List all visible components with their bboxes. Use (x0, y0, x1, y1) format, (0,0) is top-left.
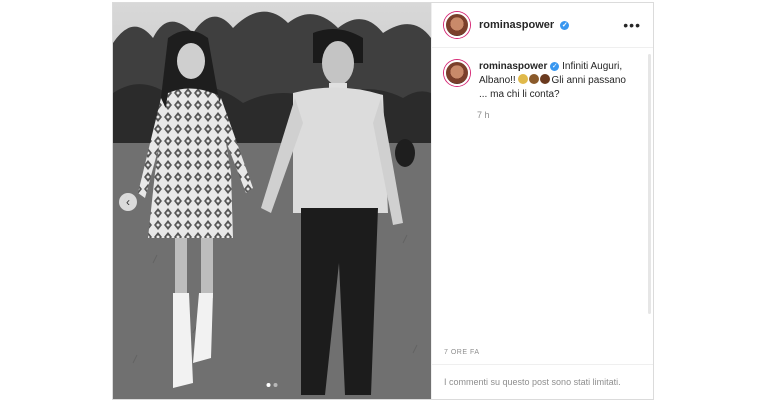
caption-line: ... ma chi li conta? (479, 89, 560, 100)
party-emoji-icon (518, 74, 529, 84)
avatar[interactable] (444, 60, 470, 86)
caption-line: Gli anni passano (551, 75, 626, 86)
username-link[interactable]: rominaspower ✓ (479, 19, 570, 31)
carousel-prev-button[interactable]: ‹ (119, 193, 137, 211)
post-header: rominaspower ✓ ••• (432, 3, 653, 48)
carousel-dots (266, 383, 278, 387)
comments-limited-notice: I commenti su questo post sono stati lim… (432, 364, 653, 399)
comments-scrollbar[interactable] (648, 54, 651, 314)
caption-time[interactable]: 7 h (477, 110, 641, 120)
comments-area: rominaspower ✓ Infiniti Auguri, Albano!! … (432, 48, 653, 340)
caption-text: rominaspower ✓ Infiniti Auguri, Albano!! … (479, 60, 639, 102)
post-timestamp[interactable]: 7 ORE FA (432, 340, 653, 364)
avatar[interactable] (444, 12, 470, 38)
chevron-left-icon: ‹ (126, 195, 130, 209)
photo-image (113, 3, 431, 399)
carousel-dot (273, 383, 278, 387)
cake-emoji-icon (540, 74, 551, 84)
post-photo[interactable]: ‹ (113, 3, 431, 399)
carousel-dot (266, 383, 271, 387)
post-sidebar: rominaspower ✓ ••• rominaspower ✓ Infinit… (431, 3, 653, 399)
caption-comment: rominaspower ✓ Infiniti Auguri, Albano!! … (444, 60, 641, 102)
more-options-icon[interactable]: ••• (623, 17, 641, 33)
caption-username[interactable]: rominaspower (479, 61, 547, 72)
instagram-post: ‹ rominaspower ✓ ••• rominaspower ✓ Infin… (112, 2, 654, 400)
username-text: rominaspower (479, 19, 555, 31)
verified-badge-icon: ✓ (550, 62, 560, 71)
caption-line: Infiniti Auguri, (562, 61, 623, 72)
bottle-emoji-icon (529, 74, 540, 84)
verified-badge-icon: ✓ (560, 21, 570, 30)
caption-line: Albano!! (479, 75, 516, 86)
